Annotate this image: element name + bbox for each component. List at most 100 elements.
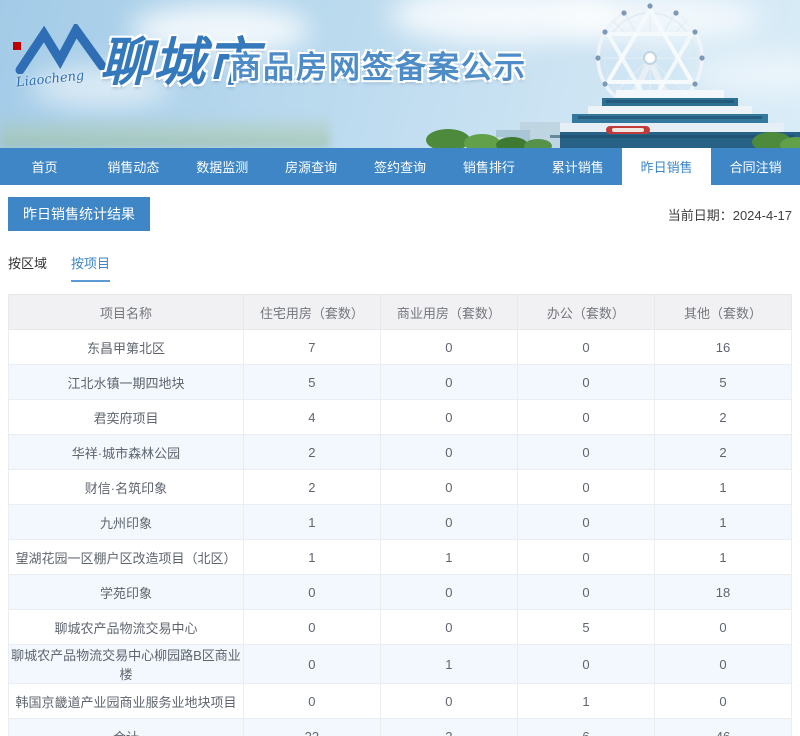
- project-name-cell: 聊城农产品物流交易中心: [8, 609, 244, 645]
- tab-by-region[interactable]: 按区域: [8, 253, 47, 282]
- nav-item-yesterday-sales[interactable]: 昨日销售: [622, 148, 712, 185]
- project-name-cell: 东昌甲第北区: [8, 329, 244, 365]
- header-banner: Liaocheng 聊城市 商品房网签备案公示: [0, 0, 800, 148]
- section-title-badge: 昨日销售统计结果: [8, 197, 150, 231]
- count-cell: 0: [379, 504, 518, 540]
- site-logo[interactable]: Liaocheng: [12, 21, 107, 91]
- count-cell: 46: [653, 718, 793, 736]
- count-cell: 0: [242, 574, 381, 610]
- count-cell: 1: [653, 504, 793, 540]
- count-cell: 0: [379, 399, 518, 435]
- count-cell: 22: [242, 718, 381, 736]
- table-row: 合计222646: [8, 718, 793, 736]
- column-header-commercial: 商业用房（套数）: [379, 294, 518, 330]
- column-header-residential: 住宅用房（套数）: [242, 294, 381, 330]
- sales-statistics-table: 项目名称 住宅用房（套数） 商业用房（套数） 办公（套数） 其他（套数） 东昌甲…: [8, 294, 793, 736]
- count-cell: 1: [242, 504, 381, 540]
- count-cell: 0: [242, 683, 381, 719]
- project-name-cell: 望湖花园一区棚户区改造项目（北区）: [8, 539, 244, 575]
- count-cell: 2: [242, 434, 381, 470]
- count-cell: 0: [516, 504, 655, 540]
- nav-item-home[interactable]: 首页: [0, 148, 89, 185]
- count-cell: 18: [653, 574, 793, 610]
- table-row: 九州印象 1 0 0 1: [8, 504, 793, 540]
- count-cell: 16: [653, 329, 793, 365]
- count-cell: 0: [379, 434, 518, 470]
- count-cell: 0: [242, 644, 381, 684]
- count-cell: 1: [379, 644, 518, 684]
- main-content: 昨日销售统计结果 当前日期：2024-4-17 按区域 按项目 项目名称 住宅用…: [0, 185, 800, 736]
- project-name-cell: 九州印象: [8, 504, 244, 540]
- count-cell: 1: [242, 539, 381, 575]
- count-cell: 2: [653, 399, 793, 435]
- count-cell: 0: [516, 469, 655, 505]
- count-cell: 0: [379, 364, 518, 400]
- liaocheng-logo-icon: [13, 21, 107, 75]
- nav-item-cumulative-sales[interactable]: 累计销售: [533, 148, 622, 185]
- project-name-cell: 江北水镇一期四地块: [8, 364, 244, 400]
- count-cell: 0: [379, 469, 518, 505]
- count-cell: 1: [653, 539, 793, 575]
- table-row: 江北水镇一期四地块 5 0 0 5: [8, 364, 793, 400]
- project-name-cell: 聊城农产品物流交易中心柳园路B区商业楼: [8, 644, 244, 684]
- count-cell: 0: [516, 329, 655, 365]
- count-cell: 0: [379, 683, 518, 719]
- count-cell: 0: [516, 644, 655, 684]
- table-row: 东昌甲第北区 7 0 0 16: [8, 329, 793, 365]
- project-name-cell: 君奕府项目: [8, 399, 244, 435]
- date-label: 当前日期：: [667, 207, 733, 223]
- tab-by-project[interactable]: 按项目: [71, 253, 111, 282]
- count-cell: 5: [242, 364, 381, 400]
- nav-item-sales-dynamics[interactable]: 销售动态: [89, 148, 178, 185]
- current-date: 当前日期：2024-4-17: [668, 205, 792, 224]
- count-cell: 5: [653, 364, 793, 400]
- count-cell: 0: [379, 609, 518, 645]
- nav-item-contract-search[interactable]: 签约查询: [356, 148, 445, 185]
- column-header-project: 项目名称: [8, 294, 244, 330]
- count-cell: 2: [653, 434, 793, 470]
- count-cell: 6: [516, 718, 655, 736]
- nav-item-contract-cancellation[interactable]: 合同注销: [711, 148, 800, 185]
- project-name-cell: 韩国京畿道产业园商业服务业地块项目: [8, 683, 244, 719]
- table-row: 聊城农产品物流交易中心 0 0 5 0: [8, 609, 793, 645]
- count-cell: 4: [242, 399, 381, 435]
- count-cell: 0: [653, 644, 793, 684]
- project-name-cell: 华祥·城市森林公园: [8, 434, 244, 470]
- count-cell: 0: [653, 683, 793, 719]
- count-cell: 0: [516, 574, 655, 610]
- count-cell: 0: [516, 399, 655, 435]
- count-cell: 7: [242, 329, 381, 365]
- count-cell: 2: [379, 718, 518, 736]
- table-row: 财信·名筑印象 2 0 0 1: [8, 469, 793, 505]
- table-row: 韩国京畿道产业园商业服务业地块项目 0 0 1 0: [8, 683, 793, 719]
- count-cell: 0: [379, 574, 518, 610]
- nav-item-housing-search[interactable]: 房源查询: [267, 148, 356, 185]
- count-cell: 1: [653, 469, 793, 505]
- table-body: 东昌甲第北区 7 0 0 16 江北水镇一期四地块 5 0 0 5 君奕府项目 4 0 0 2 华祥·城市森林…: [8, 329, 793, 736]
- main-nav: 首页 销售动态 数据监测 房源查询 签约查询 销售排行 累计销售 昨日销售 合同…: [0, 148, 800, 185]
- table-row: 学苑印象 0 0 0 18: [8, 574, 793, 610]
- riverbank-illustration: [0, 114, 330, 148]
- project-name-cell: 财信·名筑印象: [8, 469, 244, 505]
- count-cell: 0: [516, 364, 655, 400]
- table-row: 君奕府项目 4 0 0 2: [8, 399, 793, 435]
- table-row: 聊城农产品物流交易中心柳园路B区商业楼 0 1 0 0: [8, 644, 793, 684]
- date-value: 2024-4-17: [732, 207, 792, 223]
- count-cell: 0: [516, 539, 655, 575]
- count-cell: 1: [516, 683, 655, 719]
- count-cell: 2: [242, 469, 381, 505]
- project-name-cell: 学苑印象: [8, 574, 244, 610]
- column-header-other: 其他（套数）: [653, 294, 793, 330]
- count-cell: 5: [516, 609, 655, 645]
- column-header-office: 办公（套数）: [516, 294, 655, 330]
- count-cell: 1: [379, 539, 518, 575]
- table-header-row: 项目名称 住宅用房（套数） 商业用房（套数） 办公（套数） 其他（套数）: [8, 294, 793, 330]
- count-cell: 0: [242, 609, 381, 645]
- nav-item-sales-ranking[interactable]: 销售排行: [444, 148, 533, 185]
- count-cell: 0: [653, 609, 793, 645]
- table-row: 华祥·城市森林公园 2 0 0 2: [8, 434, 793, 470]
- table-row: 望湖花园一区棚户区改造项目（北区） 1 1 0 1: [8, 539, 793, 575]
- count-cell: 0: [516, 434, 655, 470]
- nav-item-data-monitoring[interactable]: 数据监测: [178, 148, 267, 185]
- banner-title: 商品房网签备案公示: [230, 50, 527, 85]
